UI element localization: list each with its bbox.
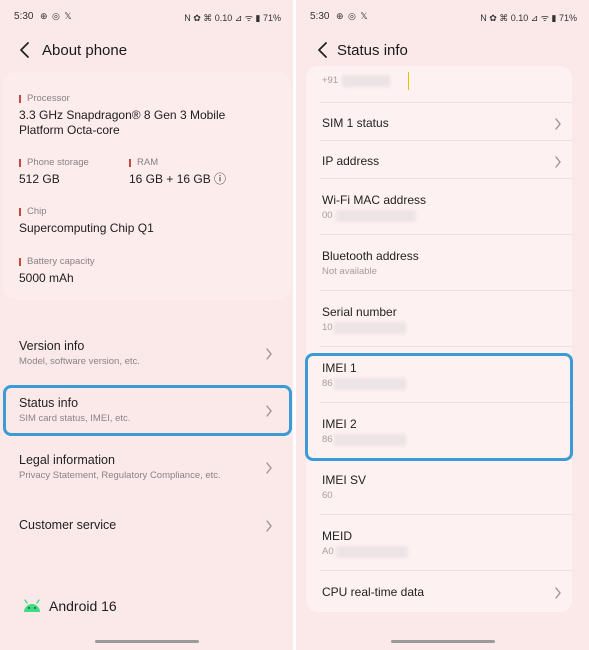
title-bar: About phone — [0, 38, 293, 64]
item-subtitle: Privacy Statement, Regulatory Compliance… — [19, 470, 221, 481]
status-time: 5:30 — [310, 11, 330, 22]
item-title: Customer service — [19, 518, 117, 532]
item-value: Not available — [322, 266, 377, 277]
divider — [320, 290, 572, 291]
battery-label: Battery capacity — [19, 256, 269, 268]
redacted-value — [336, 546, 408, 558]
chevron-right-icon — [554, 155, 562, 168]
item-title: Wi-Fi MAC address — [322, 193, 427, 207]
item-value: 86 — [322, 434, 333, 445]
processor-label: Processor — [19, 93, 269, 105]
item-value: 60 — [322, 490, 333, 501]
android-logo-icon — [22, 598, 42, 614]
imei-1-item[interactable]: IMEI 1 86 — [306, 346, 572, 402]
item-title: Bluetooth address — [322, 249, 419, 263]
redacted-value — [334, 434, 406, 446]
processor-info: Processor 3.3 GHz Snapdragon® 8 Gen 3 Mo… — [19, 93, 269, 138]
item-subtitle: SIM card status, IMEI, etc. — [19, 413, 131, 424]
status-info-list: +91 SIM 1 status IP address Wi-Fi MAC ad… — [306, 66, 572, 612]
item-subtitle: Model, software version, etc. — [19, 356, 140, 367]
chevron-right-icon — [265, 404, 273, 417]
battery-info: Battery capacity 5000 mAh — [19, 256, 269, 286]
item-value: 10 — [322, 322, 333, 333]
title-bar: Status info — [296, 38, 589, 64]
cpu-real-time-data-item[interactable]: CPU real-time data — [306, 570, 572, 612]
device-info-card: Processor 3.3 GHz Snapdragon® 8 Gen 3 Mo… — [3, 72, 291, 300]
android-version-label: Android 16 — [49, 598, 117, 614]
chevron-right-icon — [265, 519, 273, 532]
item-title: IMEI 2 — [322, 417, 357, 431]
system-icons: N ✿ ⌘ 0.10 ⊿ ᯤ ▮ 71% — [480, 13, 577, 23]
text-cursor — [408, 72, 409, 90]
chip-info: Chip Supercomputing Chip Q1 — [19, 206, 269, 236]
item-title: Version info — [19, 339, 85, 353]
gesture-nav-bar[interactable] — [94, 640, 199, 643]
status-bar: 5:30 ⊕ ◎ 𝕏 N ✿ ⌘ 0.10 ⊿ ᯤ ▮ 71% — [296, 9, 589, 25]
notification-icons: ⊕ ◎ 𝕏 — [40, 11, 73, 21]
item-title: CPU real-time data — [322, 585, 425, 599]
page-title: About phone — [42, 42, 128, 59]
bluetooth-address-item[interactable]: Bluetooth address Not available — [306, 234, 572, 290]
phone-number-value: +91 — [322, 75, 339, 86]
divider — [320, 346, 572, 347]
chevron-right-icon — [265, 347, 273, 360]
ram-value: 16 GB + 16 GB ⓘ — [129, 172, 227, 186]
meid-item[interactable]: MEID A0 — [306, 514, 572, 570]
imei-2-item[interactable]: IMEI 2 86 — [306, 402, 572, 458]
status-bar: 5:30 ⊕ ◎ 𝕏 N ✿ ⌘ 0.10 ⊿ ᯤ ▮ 71% — [0, 9, 293, 25]
status-info-screen: 5:30 ⊕ ◎ 𝕏 N ✿ ⌘ 0.10 ⊿ ᯤ ▮ 71% Status i… — [296, 0, 589, 650]
item-value: A0 — [322, 546, 334, 557]
battery-value: 5000 mAh — [19, 271, 74, 285]
chevron-right-icon — [554, 586, 562, 599]
chevron-right-icon — [265, 461, 273, 474]
gesture-nav-bar[interactable] — [390, 640, 495, 643]
chip-label: Chip — [19, 206, 269, 218]
divider — [320, 514, 572, 515]
chip-value: Supercomputing Chip Q1 — [19, 221, 154, 235]
phone-number-item: +91 — [306, 66, 572, 102]
legal-information-item[interactable]: Legal information Privacy Statement, Reg… — [3, 440, 291, 492]
version-info-item[interactable]: Version info Model, software version, et… — [3, 326, 291, 378]
chevron-right-icon — [554, 117, 562, 130]
item-title: Legal information — [19, 453, 115, 467]
page-title: Status info — [337, 42, 408, 59]
redacted-value — [334, 378, 406, 390]
notification-icons: ⊕ ◎ 𝕏 — [336, 11, 369, 21]
processor-value: 3.3 GHz Snapdragon® 8 Gen 3 Mobile Platf… — [19, 108, 226, 137]
back-arrow-icon[interactable] — [316, 41, 330, 59]
item-title: MEID — [322, 529, 352, 543]
item-title: Serial number — [322, 305, 397, 319]
divider — [320, 178, 572, 179]
storage-value: 512 GB — [19, 172, 60, 186]
back-arrow-icon[interactable] — [18, 41, 32, 59]
system-icons: N ✿ ⌘ 0.10 ⊿ ᯤ ▮ 71% — [184, 13, 281, 23]
imei-sv-item[interactable]: IMEI SV 60 — [306, 458, 572, 514]
item-title: SIM 1 status — [322, 116, 389, 130]
item-title: IMEI 1 — [322, 361, 357, 375]
redacted-value — [334, 322, 406, 334]
divider — [320, 458, 572, 459]
storage-info: Phone storage 512 GB — [19, 157, 119, 187]
wifi-mac-address-item[interactable]: Wi-Fi MAC address 00 — [306, 178, 572, 234]
redacted-value — [342, 75, 390, 87]
storage-label: Phone storage — [19, 157, 119, 169]
status-info-item[interactable]: Status info SIM card status, IMEI, etc. — [3, 383, 291, 435]
divider — [320, 102, 572, 103]
about-phone-screen: 5:30 ⊕ ◎ 𝕏 N ✿ ⌘ 0.10 ⊿ ᯤ ▮ 71% About ph… — [0, 0, 293, 650]
ram-label: RAM — [129, 157, 259, 169]
divider — [320, 402, 572, 403]
serial-number-item[interactable]: Serial number 10 — [306, 290, 572, 346]
redacted-value — [336, 210, 416, 222]
status-time: 5:30 — [14, 11, 34, 22]
customer-service-item[interactable]: Customer service — [3, 498, 291, 550]
item-title: IMEI SV — [322, 473, 367, 487]
divider — [320, 570, 572, 571]
divider — [320, 140, 572, 141]
item-title: IP address — [322, 154, 380, 168]
item-title: Status info — [19, 396, 79, 410]
item-value: 00 — [322, 210, 333, 221]
item-value: 86 — [322, 378, 333, 389]
divider — [320, 234, 572, 235]
ram-info[interactable]: RAM 16 GB + 16 GB ⓘ — [129, 157, 259, 187]
